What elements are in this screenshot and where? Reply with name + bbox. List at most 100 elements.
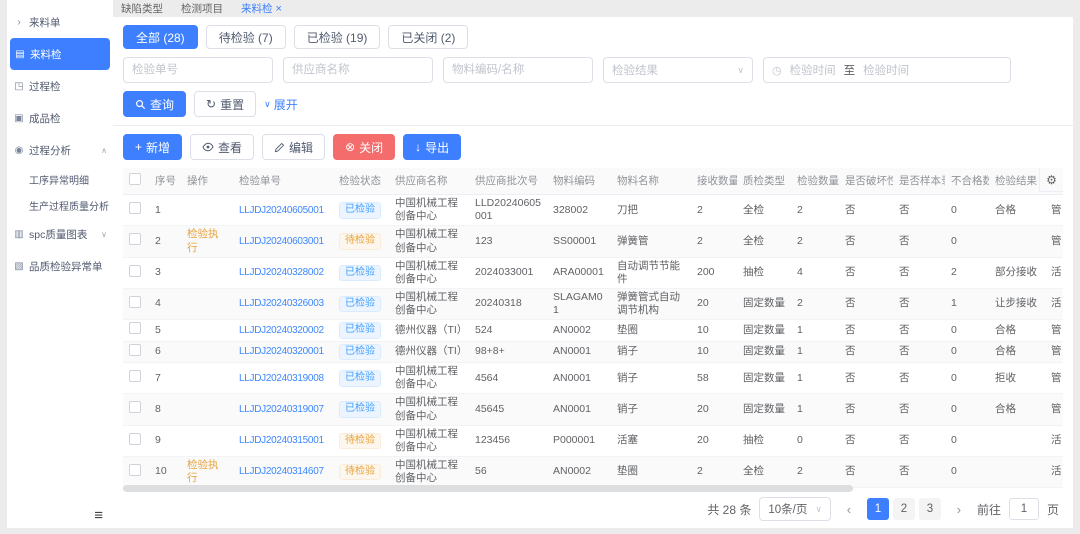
main-area: 缺陷类型 检测项目 来料检 × 全部 (28) 待检验 (7) 已检验 (19) 已关闭 (… bbox=[113, 0, 1073, 528]
table-row: 6 LLJDJ20240320001 已检验 德州仪器（TI） 98+8+ AN0001 销… bbox=[123, 341, 1063, 364]
prev-page-button[interactable]: ‹ bbox=[839, 498, 859, 520]
row-checkbox[interactable] bbox=[129, 264, 141, 277]
page-button-2[interactable]: 2 bbox=[892, 498, 915, 520]
inspection-order-link[interactable]: LLJDJ20240326003 bbox=[239, 298, 324, 309]
cell-mcode: AN0001 bbox=[547, 393, 611, 426]
cell-inspector: 活 bbox=[1045, 425, 1063, 457]
sidebar-item-quality-exception[interactable]: ▧ 品质检验异常单 bbox=[7, 250, 113, 282]
row-checkbox[interactable] bbox=[129, 463, 141, 476]
cell-result: 拒收 bbox=[989, 362, 1045, 395]
status-badge: 已检验 bbox=[339, 322, 381, 339]
row-checkbox[interactable] bbox=[129, 322, 141, 335]
data-table: 序号 操作 检验单号 检验状态 供应商名称 供应商批次号 物料编码 物料名称 接收数量 质检类型检… bbox=[123, 168, 1063, 489]
edit-button[interactable]: 编辑 bbox=[262, 134, 326, 160]
inspection-order-link[interactable]: LLJDJ20240320002 bbox=[239, 325, 324, 336]
horizontal-scrollbar[interactable] bbox=[123, 485, 853, 492]
cell-mname: 活塞 bbox=[611, 425, 691, 457]
sidebar-item-label: 成品检 bbox=[29, 112, 61, 125]
row-checkbox[interactable] bbox=[129, 432, 141, 445]
inspection-order-link[interactable]: LLJDJ20240605001 bbox=[239, 205, 324, 216]
sidebar-item-finished-inspection[interactable]: ▣ 成品检 bbox=[7, 102, 113, 134]
row-checkbox[interactable] bbox=[129, 370, 141, 383]
chevron-down-icon: ∨ bbox=[264, 98, 271, 109]
header-checkbox[interactable] bbox=[129, 173, 141, 185]
top-tab-label: 缺陷类型 bbox=[121, 3, 163, 15]
supplier-input[interactable] bbox=[283, 57, 433, 83]
sidebar-item-process-inspection[interactable]: ◳ 过程检 bbox=[7, 70, 113, 102]
row-checkbox[interactable] bbox=[129, 295, 141, 308]
status-tab-all[interactable]: 全部 (28) bbox=[123, 25, 198, 49]
sidebar-item-incoming-order[interactable]: › 来料单 bbox=[7, 6, 113, 38]
sidebar-subitem-production-quality-analysis[interactable]: 生产过程质量分析 bbox=[7, 192, 113, 218]
cell-no: LLJDJ20240314607 bbox=[233, 456, 333, 489]
export-button[interactable]: ↓ 导出 bbox=[403, 134, 462, 160]
row-checkbox[interactable] bbox=[129, 401, 141, 414]
inspection-execute-link[interactable]: 检验执行 bbox=[187, 228, 219, 253]
add-button[interactable]: + 新增 bbox=[123, 134, 183, 160]
inspection-order-link[interactable]: LLJDJ20240320001 bbox=[239, 346, 324, 357]
page-button-3[interactable]: 3 bbox=[918, 498, 941, 520]
inspection-order-link[interactable]: LLJDJ20240328002 bbox=[239, 267, 324, 278]
material-input[interactable] bbox=[443, 57, 593, 83]
top-tab-incoming-inspection[interactable]: 来料检 × bbox=[241, 1, 282, 16]
page-button-1[interactable]: 1 bbox=[866, 498, 889, 520]
col-header-batch: 供应商批次号 bbox=[469, 168, 547, 196]
cell-recv: 10 bbox=[691, 319, 737, 342]
cell-qctype: 固定数量 bbox=[737, 319, 791, 342]
cell-mname: 销子 bbox=[611, 362, 691, 395]
status-tab-pending[interactable]: 待检验 (7) bbox=[205, 25, 286, 49]
sidebar-item-label: 来料单 bbox=[29, 16, 61, 29]
cell-inspqty: 4 bbox=[791, 257, 839, 289]
next-page-button[interactable]: › bbox=[949, 498, 969, 520]
table-row: 1 LLJDJ20240605001 已检验 中国机械工程创备中心 LLD2024060… bbox=[123, 194, 1063, 227]
inspection-order-link[interactable]: LLJDJ20240315001 bbox=[239, 435, 324, 446]
column-settings-icon[interactable]: ⚙ bbox=[1039, 168, 1063, 192]
status-tab-inspected[interactable]: 已检验 (19) bbox=[293, 25, 381, 49]
cell-inspqty: 1 bbox=[791, 393, 839, 426]
cell-mname: 弹簧管 bbox=[611, 225, 691, 258]
date-range-picker[interactable]: ◷ 检验时间 至 检验时间 bbox=[763, 57, 1011, 83]
inspection-execute-link[interactable]: 检验执行 bbox=[187, 459, 219, 484]
goto-page-input[interactable] bbox=[1008, 498, 1039, 520]
view-button[interactable]: 查看 bbox=[190, 134, 255, 160]
query-button[interactable]: 查询 bbox=[123, 91, 187, 117]
chevron-icon: ∧ bbox=[101, 145, 107, 155]
document-icon: ▤ bbox=[15, 48, 25, 60]
inspection-order-link[interactable]: LLJDJ20240319007 bbox=[239, 404, 324, 415]
inspection-order-link[interactable]: LLJDJ20240319008 bbox=[239, 373, 324, 384]
result-select[interactable]: 检验结果 ∨ bbox=[603, 57, 753, 83]
cell-idx: 6 bbox=[149, 341, 181, 364]
sidebar-item-incoming-inspection[interactable]: ▤ 来料检 bbox=[10, 38, 110, 70]
cell-inspector: 管 bbox=[1045, 341, 1063, 364]
page-size-select[interactable]: 10条/页 ∨ bbox=[759, 497, 831, 521]
cell-select bbox=[123, 288, 149, 321]
close-circle-icon: ⊗ bbox=[345, 140, 356, 154]
eye-icon bbox=[202, 141, 214, 153]
top-tab-inspection-item[interactable]: 检测项目 bbox=[181, 1, 223, 16]
expand-toggle[interactable]: ∨ 展开 bbox=[264, 96, 298, 113]
cell-result bbox=[989, 456, 1045, 489]
inspection-order-link[interactable]: LLJDJ20240314607 bbox=[239, 466, 324, 477]
reset-button[interactable]: ↻ 重置 bbox=[194, 91, 257, 117]
sidebar-item-spc-chart[interactable]: ▥ spc质量图表 ∨ bbox=[7, 218, 113, 250]
cell-idx: 1 bbox=[149, 194, 181, 227]
sidebar-item-process-analysis[interactable]: ◉ 过程分析 ∧ bbox=[7, 134, 113, 166]
order-no-input[interactable] bbox=[123, 57, 273, 83]
close-icon[interactable]: × bbox=[276, 3, 282, 15]
menu-collapse-icon[interactable]: ≡ bbox=[94, 507, 103, 524]
cell-select bbox=[123, 257, 149, 289]
result-select-placeholder: 检验结果 bbox=[612, 65, 658, 77]
status-tab-closed[interactable]: 已关闭 (2) bbox=[388, 25, 469, 49]
row-checkbox[interactable] bbox=[129, 202, 141, 215]
cell-qctype: 固定数量 bbox=[737, 288, 791, 321]
sidebar-subitem-process-exception-detail[interactable]: 工序异常明细 bbox=[7, 166, 113, 192]
status-badge: 已检验 bbox=[339, 401, 381, 418]
cell-no: LLJDJ20240328002 bbox=[233, 257, 333, 289]
top-tab-defect-type[interactable]: 缺陷类型 bbox=[121, 1, 163, 16]
row-checkbox[interactable] bbox=[129, 343, 141, 356]
inspection-order-link[interactable]: LLJDJ20240603001 bbox=[239, 236, 324, 247]
cell-recv: 200 bbox=[691, 257, 737, 289]
close-button[interactable]: ⊗ 关闭 bbox=[333, 134, 396, 160]
cell-select bbox=[123, 362, 149, 395]
row-checkbox[interactable] bbox=[129, 233, 141, 246]
